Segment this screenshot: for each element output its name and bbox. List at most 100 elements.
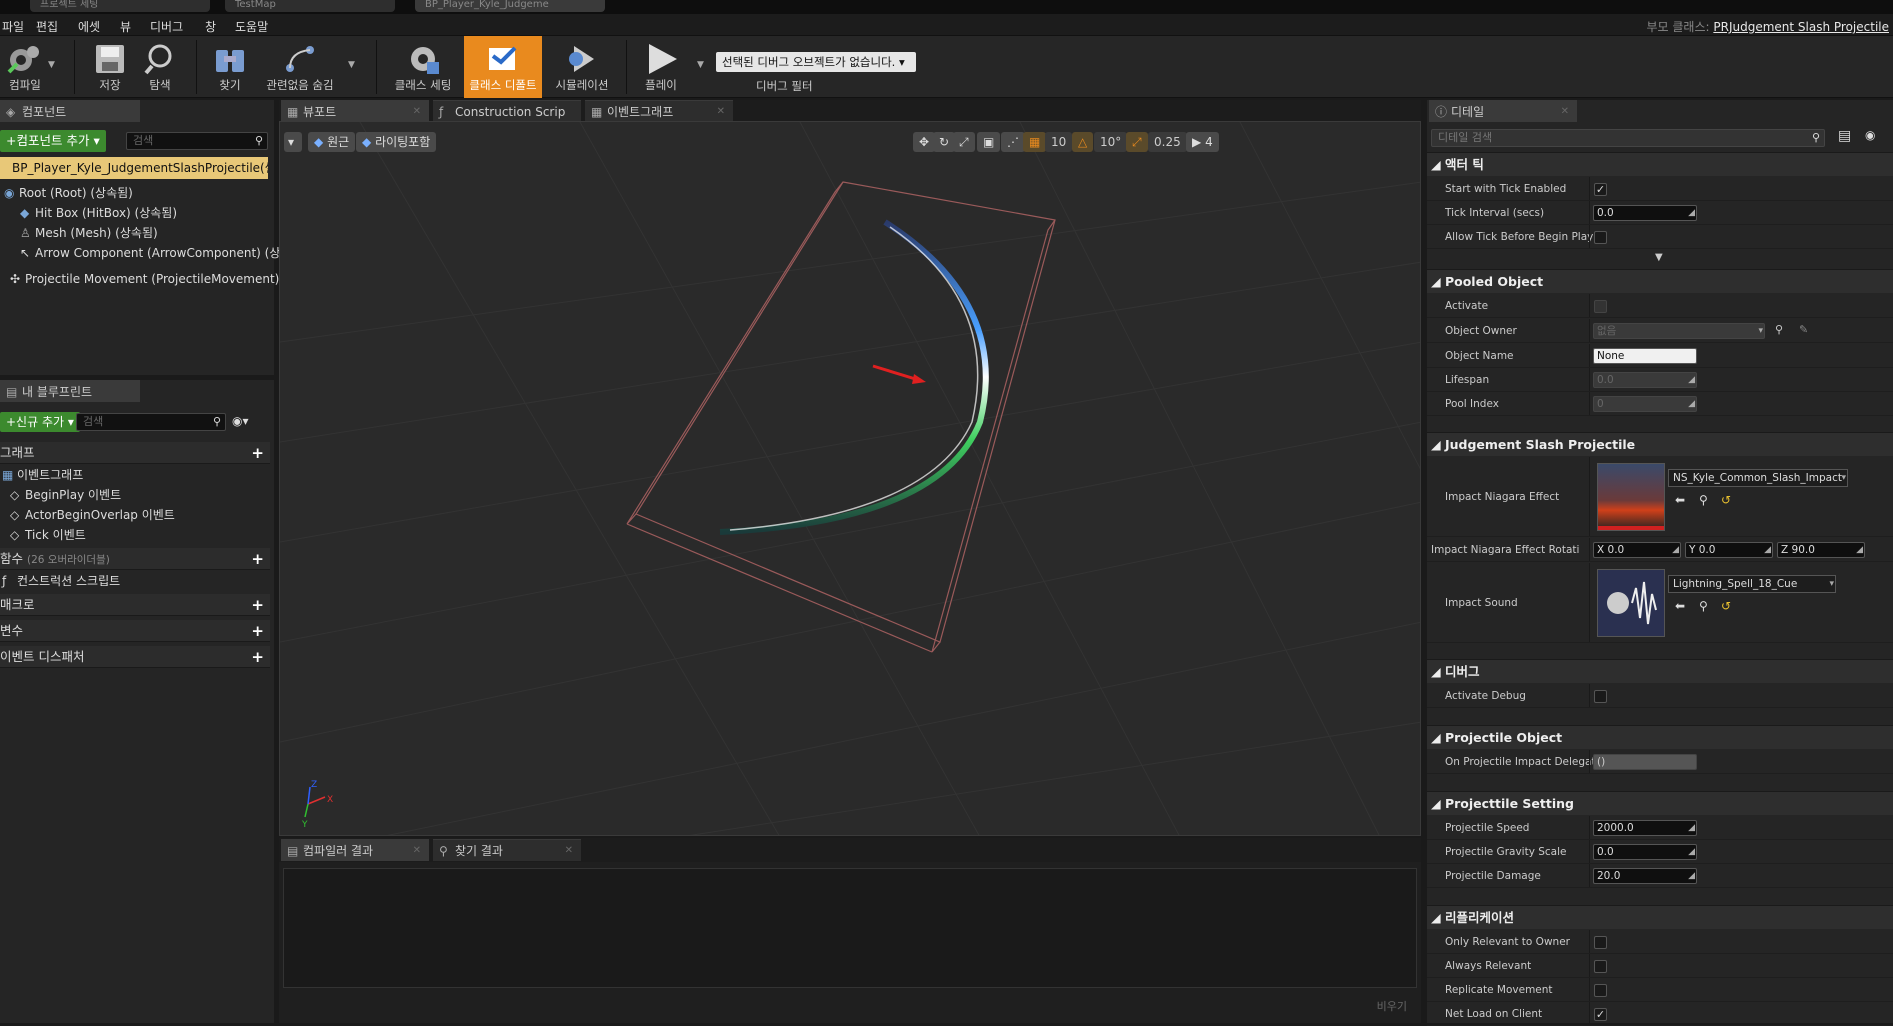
use-selected-icon[interactable]: ⬅ bbox=[1675, 599, 1685, 613]
allow-tick-checkbox[interactable] bbox=[1594, 231, 1607, 244]
tab-my-blueprint[interactable]: ▤ 내 블루프린트 bbox=[0, 380, 140, 402]
rotation-y-field[interactable]: Y 0.0 ◢ bbox=[1685, 542, 1773, 558]
start-with-tick-checkbox[interactable]: ✓ bbox=[1594, 183, 1607, 196]
close-icon[interactable]: ✕ bbox=[413, 840, 421, 862]
reset-icon[interactable]: ↺ bbox=[1721, 493, 1731, 507]
details-search-input[interactable]: 디테일 검색 ⚲ bbox=[1431, 129, 1825, 147]
event-item-beginplay[interactable]: ◇ BeginPlay 이벤트 bbox=[10, 486, 121, 504]
close-icon[interactable]: ✕ bbox=[717, 101, 725, 123]
menu-view[interactable]: 뷰 bbox=[120, 18, 131, 35]
tick-interval-field[interactable]: 0.0 ◢ bbox=[1593, 205, 1697, 221]
viewport-options-button[interactable]: ▾ bbox=[284, 132, 302, 152]
macros-header[interactable]: 매크로 + bbox=[0, 594, 270, 616]
construction-script-item[interactable]: ƒ 컨스트럭션 스크립트 bbox=[2, 572, 120, 590]
browse-icon[interactable]: ⚲ bbox=[1775, 323, 1783, 336]
section-pooled-object[interactable]: ◢ Pooled Object bbox=[1427, 269, 1893, 293]
play-dropdown-icon[interactable]: ▼ bbox=[697, 60, 704, 70]
clear-button[interactable]: 비우기 bbox=[1377, 998, 1407, 1014]
impact-sound-asset-picker[interactable]: Lightning_Spell_18_Cue ▾ bbox=[1668, 575, 1836, 593]
functions-header[interactable]: 함수 (26 오버라이더블) + bbox=[0, 548, 270, 570]
add-macro-icon[interactable]: + bbox=[251, 594, 264, 616]
viewport[interactable]: X Z Y ▾ ◆ 원근 ◆ 라이팅포함 ✥ ↻ ⤢ ▣ ⋰ ▦ 10 △ 10… bbox=[279, 121, 1421, 836]
reset-icon[interactable]: ↺ bbox=[1721, 599, 1731, 613]
visibility-eye-icon[interactable]: ◉▾ bbox=[232, 414, 249, 428]
grid-snap-button[interactable]: ▦ bbox=[1023, 132, 1047, 152]
rotation-snap-value[interactable]: 10° bbox=[1094, 132, 1128, 152]
always-relevant-checkbox[interactable] bbox=[1594, 960, 1607, 973]
world-local-button[interactable]: ▣ bbox=[977, 132, 1001, 152]
lifespan-field[interactable]: 0.0 ◢ bbox=[1593, 372, 1697, 388]
debug-object-select[interactable]: 선택된 디버그 오브젝트가 없습니다. ▾ bbox=[716, 52, 916, 72]
rotation-snap-button[interactable]: △ bbox=[1072, 132, 1094, 152]
section-projectile-object[interactable]: ◢ Projectile Object bbox=[1427, 725, 1893, 749]
projectile-damage-field[interactable]: 20.0 ◢ bbox=[1593, 868, 1697, 884]
tab-viewport[interactable]: ▦ 뷰포트 ✕ bbox=[281, 100, 429, 122]
event-item-actor-begin-overlap[interactable]: ◇ ActorBeginOverlap 이벤트 bbox=[10, 506, 175, 524]
section-debug[interactable]: ◢ 디버그 bbox=[1427, 659, 1893, 683]
impact-niagara-asset-picker[interactable]: NS_Kyle_Common_Slash_Impact ▾ bbox=[1668, 469, 1848, 487]
class-defaults-button[interactable]: 클래스 디폴트 bbox=[464, 36, 542, 98]
event-graph-item[interactable]: ▦ 이벤트그래프 bbox=[2, 466, 83, 484]
graph-header[interactable]: 그래프 + bbox=[0, 442, 270, 464]
menu-debug[interactable]: 디버그 bbox=[150, 18, 183, 35]
find-button[interactable]: 찾기 bbox=[208, 36, 252, 98]
section-judgement-slash-projectile[interactable]: ◢ Judgement Slash Projectile bbox=[1427, 432, 1893, 456]
menu-file[interactable]: 파일 bbox=[2, 18, 24, 35]
compile-button[interactable]: 컴파일 bbox=[0, 36, 50, 98]
rotation-x-field[interactable]: X 0.0 ◢ bbox=[1593, 542, 1681, 558]
tree-item-projectile-movement[interactable]: ✣ Projectile Movement (ProjectileMovement… bbox=[10, 270, 299, 288]
tab-details[interactable]: ⓘ 디테일 ✕ bbox=[1429, 100, 1577, 122]
replicate-movement-checkbox[interactable] bbox=[1594, 984, 1607, 997]
tree-item-root[interactable]: ◉ Root (Root) (상속됨) bbox=[4, 184, 133, 202]
play-button[interactable]: 플레이 bbox=[636, 36, 686, 98]
activate-debug-checkbox[interactable] bbox=[1594, 690, 1607, 703]
section-replication[interactable]: ◢ 리플리케이션 bbox=[1427, 905, 1893, 929]
components-search-input[interactable]: 검색 ⚲ bbox=[126, 132, 268, 150]
tab-construction-script[interactable]: ƒ Construction Scrip bbox=[433, 100, 581, 122]
rotate-tool-button[interactable]: ↻ bbox=[933, 132, 956, 152]
tree-item-mesh[interactable]: ♙ Mesh (Mesh) (상속됨) bbox=[20, 224, 158, 242]
menu-window[interactable]: 창 bbox=[205, 18, 216, 35]
net-load-checkbox[interactable]: ✓ bbox=[1594, 1008, 1607, 1021]
scale-snap-value[interactable]: 0.25 bbox=[1148, 132, 1187, 152]
sound-cue-thumbnail[interactable] bbox=[1597, 569, 1665, 637]
only-relevant-checkbox[interactable] bbox=[1594, 936, 1607, 949]
event-item-tick[interactable]: ◇ Tick 이벤트 bbox=[10, 526, 86, 544]
on-impact-delegate-field[interactable]: () bbox=[1593, 754, 1697, 770]
simulation-button[interactable]: 시뮬레이션 bbox=[548, 36, 616, 98]
browse-icon[interactable]: ⚲ bbox=[1699, 493, 1708, 507]
tab-find-results[interactable]: ⚲ 찾기 결과 ✕ bbox=[433, 839, 581, 861]
pool-index-field[interactable]: 0 ◢ bbox=[1593, 396, 1697, 412]
add-graph-icon[interactable]: + bbox=[251, 442, 264, 464]
projectile-speed-field[interactable]: 2000.0 ◢ bbox=[1593, 820, 1697, 836]
tree-item-arrow[interactable]: ↖ Arrow Component (ArrowComponent) (상속 bbox=[20, 244, 291, 262]
advanced-expand-icon[interactable]: ▼ bbox=[1655, 252, 1663, 263]
property-matrix-icon[interactable]: ▤ bbox=[1838, 128, 1851, 144]
browse-icon[interactable]: ⚲ bbox=[1699, 599, 1708, 613]
perspective-button[interactable]: ◆ 원근 bbox=[308, 132, 356, 152]
self-component-item[interactable]: BP_Player_Kyle_JudgementSlashProjectile(… bbox=[0, 157, 268, 179]
lighting-mode-button[interactable]: ◆ 라이팅포함 bbox=[356, 132, 437, 152]
window-tab-project-settings[interactable]: 프로젝트 세팅 bbox=[30, 0, 210, 12]
add-function-icon[interactable]: + bbox=[251, 548, 264, 570]
tree-item-hitbox[interactable]: ◆ Hit Box (HitBox) (상속됨) bbox=[20, 204, 177, 222]
activate-checkbox[interactable] bbox=[1594, 300, 1607, 313]
niagara-effect-thumbnail[interactable] bbox=[1597, 463, 1665, 531]
blueprint-search-input[interactable]: 검색 ⚲ bbox=[76, 413, 226, 431]
close-icon[interactable]: ✕ bbox=[413, 101, 421, 123]
scale-snap-button[interactable]: ⤢ bbox=[1126, 132, 1148, 152]
class-settings-button[interactable]: 클래스 세팅 bbox=[390, 36, 456, 98]
use-selected-icon[interactable]: ⬅ bbox=[1675, 493, 1685, 507]
camera-speed-button[interactable]: ▶ 4 bbox=[1186, 132, 1219, 152]
tab-components[interactable]: ◈ 컴포넌트 bbox=[0, 100, 140, 122]
add-component-button[interactable]: +컴포넌트 추가 ▾ bbox=[0, 130, 106, 152]
grid-snap-value[interactable]: 10 bbox=[1045, 132, 1073, 152]
variables-header[interactable]: 변수 + bbox=[0, 620, 270, 642]
parent-class-link[interactable]: PRJudgement Slash Projectile bbox=[1713, 20, 1889, 34]
compile-dropdown-icon[interactable]: ▼ bbox=[48, 60, 55, 70]
browse-button[interactable]: 탐색 bbox=[138, 36, 182, 98]
hide-unrelated-dropdown-icon[interactable]: ▼ bbox=[348, 60, 355, 70]
tab-event-graph[interactable]: ▦ 이벤트그래프 ✕ bbox=[585, 100, 733, 122]
rotation-z-field[interactable]: Z 90.0 ◢ bbox=[1777, 542, 1865, 558]
visibility-eye-icon[interactable]: ◉ bbox=[1865, 128, 1875, 142]
